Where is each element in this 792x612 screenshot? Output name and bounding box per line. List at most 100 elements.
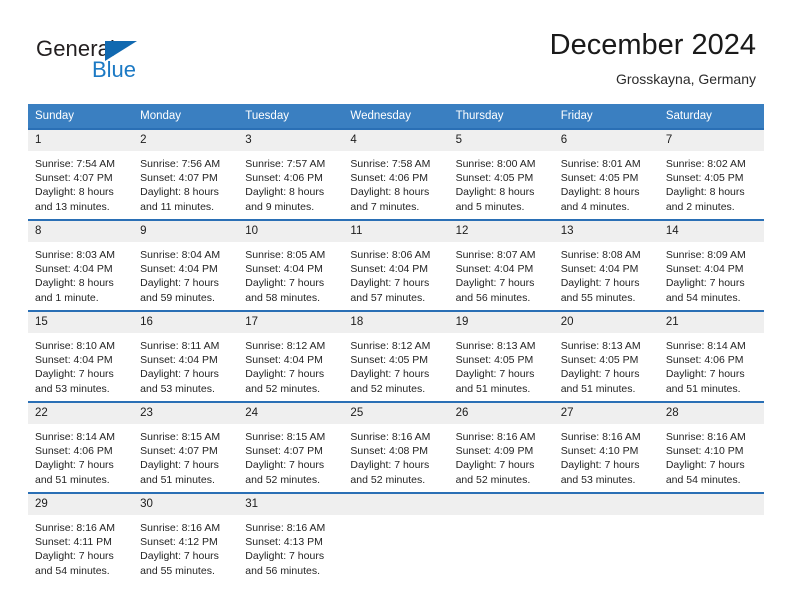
day-cell[interactable]: 15 Sunrise: 8:10 AM Sunset: 4:04 PM Dayl… [28,310,134,402]
sunset-text: Sunset: 4:07 PM [140,445,218,458]
sunset-text: Sunset: 4:06 PM [665,354,744,367]
calendar-week-row: 29 Sunrise: 8:16 AM Sunset: 4:11 PM Dayl… [28,492,764,583]
daylight-text-line1: Daylight: 7 hours [35,368,114,381]
daylight-text-line2: and 13 minutes. [35,200,110,213]
day-cell[interactable]: 8 Sunrise: 8:03 AM Sunset: 4:04 PM Dayli… [28,219,134,311]
day-cell[interactable]: 30 Sunrise: 8:16 AM Sunset: 4:12 PM Dayl… [133,492,239,583]
day-number: 31 [238,494,344,515]
daylight-text-line2: and 56 minutes. [455,291,531,304]
daylight-text-line1: Daylight: 8 hours [245,186,325,199]
day-number: 27 [553,403,659,424]
day-cell[interactable]: 22 Sunrise: 8:14 AM Sunset: 4:06 PM Dayl… [28,401,134,493]
day-cell[interactable]: 2 Sunrise: 7:56 AM Sunset: 4:07 PM Dayli… [133,128,239,220]
day-number: 29 [28,494,134,515]
day-cell[interactable]: 4 Sunrise: 7:58 AM Sunset: 4:06 PM Dayli… [343,128,449,220]
day-cell[interactable]: 31 Sunrise: 8:16 AM Sunset: 4:13 PM Dayl… [238,492,344,583]
day-cell[interactable]: 18 Sunrise: 8:12 AM Sunset: 4:05 PM Dayl… [343,310,449,402]
calendar-week-row: 15 Sunrise: 8:10 AM Sunset: 4:04 PM Dayl… [28,310,764,402]
weekday-header-sunday: Sunday [28,104,134,129]
day-number: 18 [343,312,449,333]
daylight-text-line2: and 52 minutes. [455,473,531,486]
day-cell[interactable]: 23 Sunrise: 8:15 AM Sunset: 4:07 PM Dayl… [133,401,239,493]
sunset-text: Sunset: 4:04 PM [35,263,113,276]
day-cell[interactable]: 16 Sunrise: 8:11 AM Sunset: 4:04 PM Dayl… [133,310,239,402]
day-number: 16 [133,312,239,333]
sunrise-text: Sunrise: 8:00 AM [455,158,536,170]
sunrise-text: Sunrise: 8:08 AM [560,249,641,261]
day-cell[interactable]: 29 Sunrise: 8:16 AM Sunset: 4:11 PM Dayl… [28,492,134,583]
sunset-text: Sunset: 4:09 PM [455,445,534,458]
day-number: 17 [238,312,344,333]
day-cell[interactable]: 9 Sunrise: 8:04 AM Sunset: 4:04 PM Dayli… [133,219,239,311]
daylight-text-line1: Daylight: 7 hours [350,277,430,290]
sunrise-text: Sunrise: 8:05 AM [245,249,326,261]
day-details: Sunrise: 8:14 AM Sunset: 4:06 PM Dayligh… [659,333,764,401]
day-number: 20 [553,312,659,333]
day-cell[interactable]: 19 Sunrise: 8:13 AM Sunset: 4:05 PM Dayl… [448,310,554,402]
day-cell[interactable]: 20 Sunrise: 8:13 AM Sunset: 4:05 PM Dayl… [553,310,659,402]
day-cell[interactable]: 17 Sunrise: 8:12 AM Sunset: 4:04 PM Dayl… [238,310,344,402]
sunset-text: Sunset: 4:10 PM [560,445,639,458]
daylight-text-line1: Daylight: 7 hours [665,368,745,381]
daylight-text-line2: and 52 minutes. [350,473,426,486]
day-details: Sunrise: 8:07 AM Sunset: 4:04 PM Dayligh… [449,242,554,310]
day-details: Sunrise: 8:06 AM Sunset: 4:04 PM Dayligh… [343,242,448,310]
day-cell[interactable]: 6 Sunrise: 8:01 AM Sunset: 4:05 PM Dayli… [553,128,659,220]
day-cell[interactable]: 28 Sunrise: 8:16 AM Sunset: 4:10 PM Dayl… [658,401,764,493]
daylight-text-line1: Daylight: 7 hours [665,277,745,290]
sunrise-text: Sunrise: 8:02 AM [665,158,746,170]
weekday-header-friday: Friday [553,104,659,129]
day-cell[interactable]: 10 Sunrise: 8:05 AM Sunset: 4:04 PM Dayl… [238,219,344,311]
day-details: Sunrise: 8:16 AM Sunset: 4:12 PM Dayligh… [133,515,238,583]
day-cell[interactable]: 7 Sunrise: 8:02 AM Sunset: 4:05 PM Dayli… [658,128,764,220]
day-number [553,494,659,515]
day-cell[interactable]: 12 Sunrise: 8:07 AM Sunset: 4:04 PM Dayl… [448,219,554,311]
day-cell[interactable]: 26 Sunrise: 8:16 AM Sunset: 4:09 PM Dayl… [448,401,554,493]
page-subtitle: Grosskayna, Germany [615,71,756,87]
day-cell[interactable]: 25 Sunrise: 8:16 AM Sunset: 4:08 PM Dayl… [343,401,449,493]
day-details: Sunrise: 8:16 AM Sunset: 4:10 PM Dayligh… [554,424,659,492]
day-cell[interactable]: 14 Sunrise: 8:09 AM Sunset: 4:04 PM Dayl… [658,219,764,311]
day-details: Sunrise: 8:12 AM Sunset: 4:05 PM Dayligh… [343,333,448,401]
daylight-text-line2: and 59 minutes. [140,291,215,304]
day-cell[interactable]: 5 Sunrise: 8:00 AM Sunset: 4:05 PM Dayli… [448,128,554,220]
daylight-text-line1: Daylight: 7 hours [140,459,219,472]
sunrise-text: Sunrise: 8:10 AM [35,340,115,352]
day-cell[interactable]: 24 Sunrise: 8:15 AM Sunset: 4:07 PM Dayl… [238,401,344,493]
sunset-text: Sunset: 4:07 PM [35,172,113,185]
day-details: Sunrise: 8:13 AM Sunset: 4:05 PM Dayligh… [554,333,659,401]
day-details: Sunrise: 8:16 AM Sunset: 4:13 PM Dayligh… [238,515,343,583]
day-cell[interactable]: 11 Sunrise: 8:06 AM Sunset: 4:04 PM Dayl… [343,219,449,311]
calendar-week-row: 8 Sunrise: 8:03 AM Sunset: 4:04 PM Dayli… [28,219,764,311]
sunrise-text: Sunrise: 7:58 AM [350,158,431,170]
daylight-text-line1: Daylight: 7 hours [665,459,745,472]
day-details: Sunrise: 8:09 AM Sunset: 4:04 PM Dayligh… [659,242,764,310]
day-details: Sunrise: 8:14 AM Sunset: 4:06 PM Dayligh… [28,424,133,492]
sunrise-text: Sunrise: 7:57 AM [245,158,326,170]
day-cell[interactable]: 1 Sunrise: 7:54 AM Sunset: 4:07 PM Dayli… [28,128,134,220]
day-number: 25 [343,403,449,424]
day-number: 5 [448,130,554,151]
day-cell[interactable]: 3 Sunrise: 7:57 AM Sunset: 4:06 PM Dayli… [238,128,344,220]
daylight-text-line1: Daylight: 8 hours [665,186,745,199]
sunset-text: Sunset: 4:05 PM [455,172,534,185]
sunrise-text: Sunrise: 8:16 AM [665,431,746,443]
daylight-text-line1: Daylight: 8 hours [35,277,114,290]
day-cell-empty [553,492,659,583]
sunrise-text: Sunrise: 8:11 AM [140,340,220,352]
daylight-text-line1: Daylight: 8 hours [35,186,114,199]
day-number: 10 [238,221,344,242]
day-number: 19 [448,312,554,333]
day-details [659,515,764,583]
daylight-text-line1: Daylight: 8 hours [455,186,535,199]
day-cell[interactable]: 13 Sunrise: 8:08 AM Sunset: 4:04 PM Dayl… [553,219,659,311]
day-cell[interactable]: 21 Sunrise: 8:14 AM Sunset: 4:06 PM Dayl… [658,310,764,402]
sunset-text: Sunset: 4:04 PM [245,263,323,276]
day-cell[interactable]: 27 Sunrise: 8:16 AM Sunset: 4:10 PM Dayl… [553,401,659,493]
daylight-text-line2: and 54 minutes. [35,564,110,577]
general-blue-logo[interactable]: General Blue [36,36,166,84]
daylight-text-line1: Daylight: 7 hours [140,277,219,290]
calendar-week-row: 1 Sunrise: 7:54 AM Sunset: 4:07 PM Dayli… [28,128,764,220]
sunrise-text: Sunrise: 8:04 AM [140,249,221,261]
day-number: 15 [28,312,134,333]
